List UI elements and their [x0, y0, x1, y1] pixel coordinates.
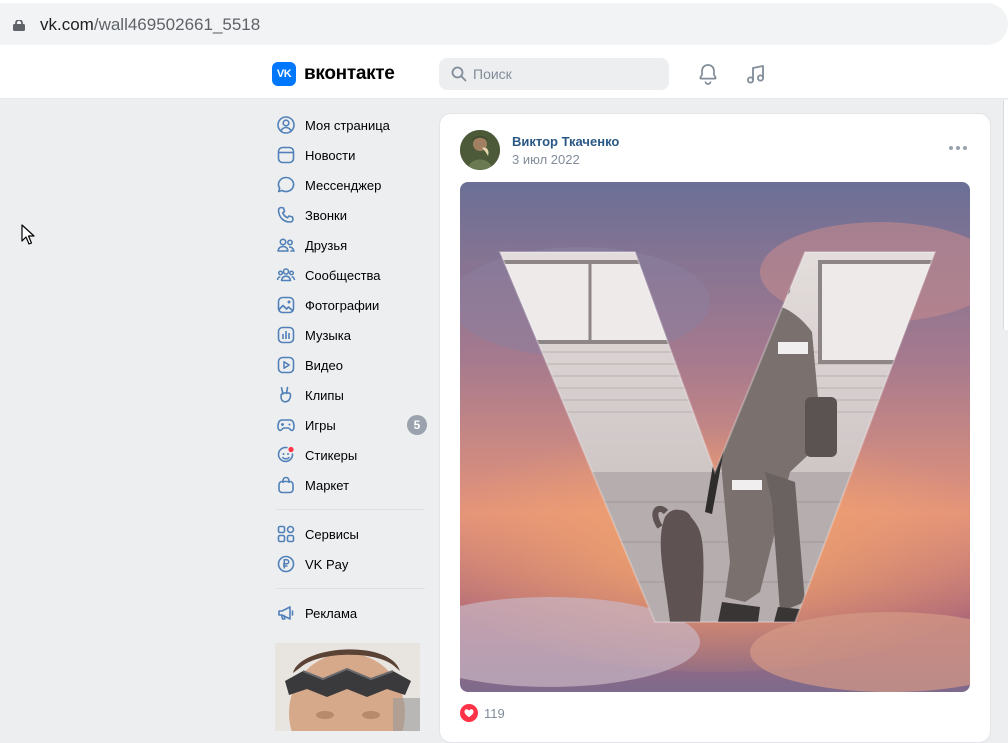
url-text: vk.com/wall469502661_5518: [40, 15, 260, 35]
browser-toolbar: vk.com/wall469502661_5518: [0, 0, 1008, 50]
sidebar-item-ads[interactable]: Реклама: [272, 598, 432, 628]
sidebar-divider: [276, 588, 425, 589]
sidebar-item-my-page[interactable]: Моя страница: [272, 110, 432, 140]
sidebar-item-label: Стикеры: [305, 447, 358, 463]
sidebar-item-calls[interactable]: Звонки: [272, 200, 432, 230]
sidebar-item-label: Сервисы: [305, 526, 359, 542]
wall-post: Виктор Ткаченко 3 июл 2022 119: [439, 113, 991, 743]
search-box[interactable]: [439, 58, 669, 90]
address-bar[interactable]: vk.com/wall469502661_5518: [0, 3, 1008, 45]
url-domain: vk.com: [40, 15, 94, 34]
like-count: 119: [484, 705, 505, 721]
sidebar-item-label: VK Pay: [305, 556, 349, 572]
sidebar-divider: [276, 509, 425, 510]
sidebar-item-label: Фотографии: [305, 297, 380, 313]
services-grid-icon: [277, 525, 295, 543]
avatar-photo-icon: [460, 130, 500, 170]
sidebar-item-label: Моя страница: [305, 117, 390, 133]
vk-logo[interactable]: VK вконтакте: [272, 62, 395, 86]
sidebar-item-label: Сообщества: [305, 267, 381, 283]
friends-icon: [277, 238, 295, 252]
sidebar-item-label: Видео: [305, 357, 343, 373]
sidebar-item-label: Музыка: [305, 327, 351, 343]
sidebar-item-label: Реклама: [305, 605, 358, 621]
sidebar-item-label: Игры: [305, 417, 336, 433]
bell-icon[interactable]: [696, 62, 720, 86]
sidebar-item-label: Друзья: [305, 237, 348, 253]
sticker-icon: [277, 446, 294, 463]
sidebar-item-market[interactable]: Маркет: [272, 470, 432, 500]
site-header: VK вконтакте: [0, 50, 1008, 99]
search-icon: [451, 66, 467, 82]
market-bag-icon: [278, 476, 294, 494]
sidebar-item-games[interactable]: Игры 5: [272, 410, 432, 440]
megaphone-icon: [278, 606, 294, 620]
url-path: /wall469502661_5518: [93, 15, 261, 34]
sidebar-nav: Моя страница Новости Мессенджер Звонки Д…: [272, 110, 432, 628]
phone-icon: [277, 206, 294, 223]
mouse-cursor-icon: [21, 224, 35, 245]
vk-logo-mark: VK: [272, 62, 296, 86]
vk-logo-text: вконтакте: [304, 63, 395, 84]
like-button[interactable]: 119: [460, 704, 505, 722]
lock-icon: [13, 20, 25, 31]
sidebar-item-video[interactable]: Видео: [272, 350, 432, 380]
vkpay-icon: [277, 555, 295, 573]
video-icon: [277, 356, 295, 374]
photo-icon: [277, 296, 295, 314]
author-avatar[interactable]: [460, 130, 500, 170]
sidebar-item-clips[interactable]: Клипы: [272, 380, 432, 410]
post-photo[interactable]: [460, 182, 970, 692]
music-icon: [277, 326, 295, 344]
sidebar-item-vkpay[interactable]: VK Pay: [272, 549, 432, 579]
more-options-icon[interactable]: [948, 142, 968, 154]
sidebar-item-label: Новости: [305, 147, 356, 163]
message-icon: [277, 176, 295, 193]
sidebar-item-music[interactable]: Музыка: [272, 320, 432, 350]
clips-icon: [280, 386, 292, 403]
games-count-badge: 5: [407, 415, 427, 435]
right-panel-edge: [1003, 100, 1008, 330]
post-author-name[interactable]: Виктор Ткаченко: [512, 134, 619, 149]
post-date[interactable]: 3 июл 2022: [512, 152, 580, 167]
gamepad-icon: [277, 419, 295, 432]
sidebar-item-news[interactable]: Новости: [272, 140, 432, 170]
sidebar-item-stickers[interactable]: Стикеры: [272, 440, 432, 470]
sidebar-item-messenger[interactable]: Мессенджер: [272, 170, 432, 200]
sidebar-item-label: Мессенджер: [305, 177, 382, 193]
sidebar-item-label: Звонки: [305, 207, 347, 223]
heart-icon: [460, 704, 478, 722]
sidebar-item-communities[interactable]: Сообщества: [272, 260, 432, 290]
news-icon: [277, 146, 295, 164]
user-circle-icon: [277, 116, 295, 134]
ad-photo-icon: [275, 643, 420, 731]
search-input[interactable]: [473, 58, 663, 90]
sidebar-item-label: Маркет: [305, 477, 350, 493]
music-note-icon[interactable]: [744, 62, 768, 86]
sidebar-item-friends[interactable]: Друзья: [272, 230, 432, 260]
post-photo-illustration-icon: [460, 182, 970, 692]
communities-icon: [276, 268, 296, 282]
ad-banner-image[interactable]: [275, 643, 420, 731]
sidebar-item-photos[interactable]: Фотографии: [272, 290, 432, 320]
sidebar-item-label: Клипы: [305, 387, 344, 403]
sidebar-item-services[interactable]: Сервисы: [272, 519, 432, 549]
